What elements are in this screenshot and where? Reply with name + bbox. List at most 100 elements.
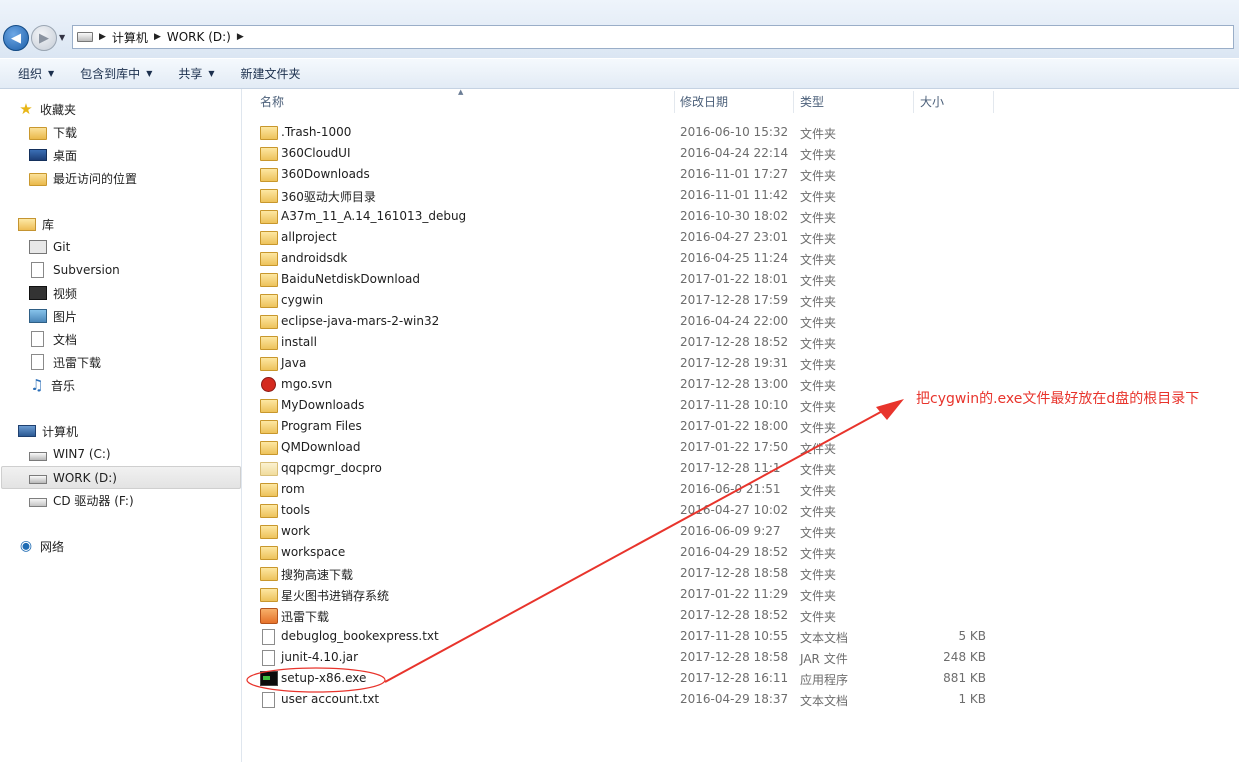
file-row[interactable]: Java 2017-12-28 19:31 文件夹 — [258, 353, 998, 374]
column-header-type[interactable]: 类型 — [800, 89, 910, 113]
nav-item-desktop[interactable]: 桌面 — [29, 145, 77, 165]
nav-item-downloads[interactable]: 下载 — [29, 122, 77, 142]
column-header-date[interactable]: 修改日期 — [680, 89, 790, 113]
file-row[interactable]: QMDownload 2017-01-22 17:50 文件夹 — [258, 437, 998, 458]
nav-libraries[interactable]: 库 — [18, 214, 54, 234]
file-name: allproject — [281, 230, 337, 244]
file-name: 搜狗高速下载 — [281, 568, 354, 582]
chevron-right-icon[interactable]: ▶ — [99, 32, 106, 42]
file-row[interactable]: allproject 2016-04-27 23:01 文件夹 — [258, 227, 998, 248]
file-row[interactable]: qqpcmgr_docpro 2017-12-28 11:1 文件夹 — [258, 458, 998, 479]
file-row[interactable]: androidsdk 2016-04-25 11:24 文件夹 — [258, 248, 998, 269]
file-type: 文件夹 — [800, 169, 837, 183]
forward-button[interactable]: ▶ — [31, 25, 57, 51]
nav-computer[interactable]: 计算机 — [18, 421, 78, 441]
file-name: rom — [281, 482, 305, 496]
address-box[interactable]: ▶ 计算机 ▶ WORK (D:) ▶ — [72, 25, 1234, 49]
file-row[interactable]: mgo.svn 2017-12-28 13:00 文件夹 — [258, 374, 998, 395]
file-row[interactable]: install 2017-12-28 18:52 文件夹 — [258, 332, 998, 353]
nav-item-git[interactable]: Git — [29, 237, 70, 257]
include-in-library-button[interactable]: 包含到库中 ▼ — [72, 65, 160, 82]
command-toolbar: 组织 ▼ 包含到库中 ▼ 共享 ▼ 新建文件夹 — [0, 59, 1239, 89]
file-row[interactable]: setup-x86.exe 2017-12-28 16:11 应用程序 881 KB — [258, 668, 998, 689]
column-divider[interactable] — [993, 91, 994, 113]
drive-icon — [77, 32, 93, 42]
file-row[interactable]: 星火图书进销存系统 2017-01-22 11:29 文件夹 — [258, 584, 998, 605]
nav-item-label: 图片 — [53, 309, 78, 324]
nav-item-drive-c[interactable]: WIN7 (C:) — [29, 444, 111, 464]
file-row[interactable]: junit-4.10.jar 2017-12-28 18:58 JAR 文件 248 … — [258, 647, 998, 668]
back-button[interactable]: ◀ — [3, 25, 29, 51]
back-arrow-icon: ◀ — [11, 30, 21, 46]
nav-item-thunder-downloads[interactable]: 迅雷下载 — [29, 352, 101, 372]
file-name: setup-x86.exe — [281, 671, 367, 685]
column-divider[interactable] — [913, 91, 914, 113]
nav-item-videos[interactable]: 视频 — [29, 283, 77, 303]
new-folder-button[interactable]: 新建文件夹 — [233, 65, 309, 82]
file-row[interactable]: user account.txt 2016-04-29 18:37 文本文档 1 KB — [258, 689, 998, 710]
file-date: 2017-12-28 16:11 — [680, 671, 789, 685]
column-divider[interactable] — [793, 91, 794, 113]
file-row[interactable]: eclipse-java-mars-2-win32 2016-04-24 22:0… — [258, 311, 998, 332]
organize-button[interactable]: 组织 ▼ — [10, 65, 62, 82]
file-row[interactable]: MyDownloads 2017-11-28 10:10 文件夹 — [258, 395, 998, 416]
file-row[interactable]: A37m_11_A.14_161013_debug 2016-10-30 18:0… — [258, 206, 998, 227]
file-row[interactable]: Program Files 2017-01-22 18:00 文件夹 — [258, 416, 998, 437]
file-row[interactable]: rom 2016-06-0 21:51 文件夹 — [258, 479, 998, 500]
file-row[interactable]: .Trash-1000 2016-06-10 15:32 文件夹 — [258, 122, 998, 143]
file-row[interactable]: BaiduNetdiskDownload 2017-01-22 18:01 文件夹 — [258, 269, 998, 290]
file-date: 2017-12-28 19:31 — [680, 356, 789, 370]
breadcrumb-computer[interactable]: 计算机 — [112, 29, 148, 46]
nav-item-pictures[interactable]: 图片 — [29, 306, 77, 326]
share-button[interactable]: 共享 ▼ — [170, 65, 222, 82]
nav-item-music[interactable]: ♫ 音乐 — [29, 375, 75, 395]
file-name: qqpcmgr_docpro — [281, 461, 382, 475]
nav-item-label: Subversion — [53, 263, 120, 277]
nav-item-label: 最近访问的位置 — [53, 171, 138, 186]
file-date: 2017-12-28 18:58 — [680, 650, 789, 664]
file-row[interactable]: 360Downloads 2016-11-01 17:27 文件夹 — [258, 164, 998, 185]
nav-item-cd-drive[interactable]: CD 驱动器 (F:) — [29, 490, 134, 510]
column-divider[interactable] — [674, 91, 675, 113]
file-name: debuglog_bookexpress.txt — [281, 629, 439, 643]
file-row[interactable]: 迅雷下载 2017-12-28 18:52 文件夹 — [258, 605, 998, 626]
file-row[interactable]: tools 2016-04-27 10:02 文件夹 — [258, 500, 998, 521]
column-header-name[interactable]: 名称 — [260, 89, 672, 113]
file-row[interactable]: debuglog_bookexpress.txt 2017-11-28 10:55… — [258, 626, 998, 647]
file-row[interactable]: cygwin 2017-12-28 17:59 文件夹 — [258, 290, 998, 311]
file-row[interactable]: 360CloudUI 2016-04-24 22:14 文件夹 — [258, 143, 998, 164]
nav-item-subversion[interactable]: Subversion — [29, 260, 120, 280]
forward-arrow-icon: ▶ — [39, 30, 49, 46]
folder-icon — [260, 231, 278, 245]
file-date: 2017-11-28 10:10 — [680, 398, 789, 412]
folder-icon — [260, 546, 278, 560]
file-row[interactable]: work 2016-06-09 9:27 文件夹 — [258, 521, 998, 542]
nav-item-label: 桌面 — [53, 148, 78, 163]
file-date: 2016-06-10 15:32 — [680, 125, 789, 139]
file-row[interactable]: 360驱动大师目录 2016-11-01 11:42 文件夹 — [258, 185, 998, 206]
jar-file-icon — [262, 650, 275, 666]
nav-item-drive-d[interactable]: WORK (D:) — [1, 466, 241, 489]
nav-item-recent-places[interactable]: 最近访问的位置 — [29, 168, 137, 188]
file-name: work — [281, 524, 311, 538]
file-date: 2016-04-25 11:24 — [680, 251, 789, 265]
chevron-right-icon[interactable]: ▶ — [154, 32, 161, 42]
file-date: 2017-01-22 11:29 — [680, 587, 789, 601]
file-row[interactable]: workspace 2016-04-29 18:52 文件夹 — [258, 542, 998, 563]
folder-icon — [260, 567, 278, 581]
chevron-right-icon[interactable]: ▶ — [237, 32, 244, 42]
file-type: 文件夹 — [800, 148, 837, 162]
file-row[interactable]: 搜狗高速下载 2017-12-28 18:58 文件夹 — [258, 563, 998, 584]
column-header-size[interactable]: 大小 — [920, 89, 990, 113]
recent-pages-dropdown[interactable]: ▼ — [59, 33, 65, 42]
folder-icon — [260, 588, 278, 602]
nav-network[interactable]: ◉ 网络 — [18, 536, 64, 556]
breadcrumb-drive[interactable]: WORK (D:) — [167, 30, 231, 44]
nav-favorites[interactable]: ★ 收藏夹 — [18, 99, 76, 119]
file-type: 文件夹 — [800, 232, 837, 246]
svn-conflict-icon — [261, 377, 276, 392]
file-date: 2016-06-09 9:27 — [680, 524, 781, 538]
thunder-folder-icon — [260, 608, 278, 624]
nav-item-documents[interactable]: 文档 — [29, 329, 77, 349]
file-name: androidsdk — [281, 251, 348, 265]
